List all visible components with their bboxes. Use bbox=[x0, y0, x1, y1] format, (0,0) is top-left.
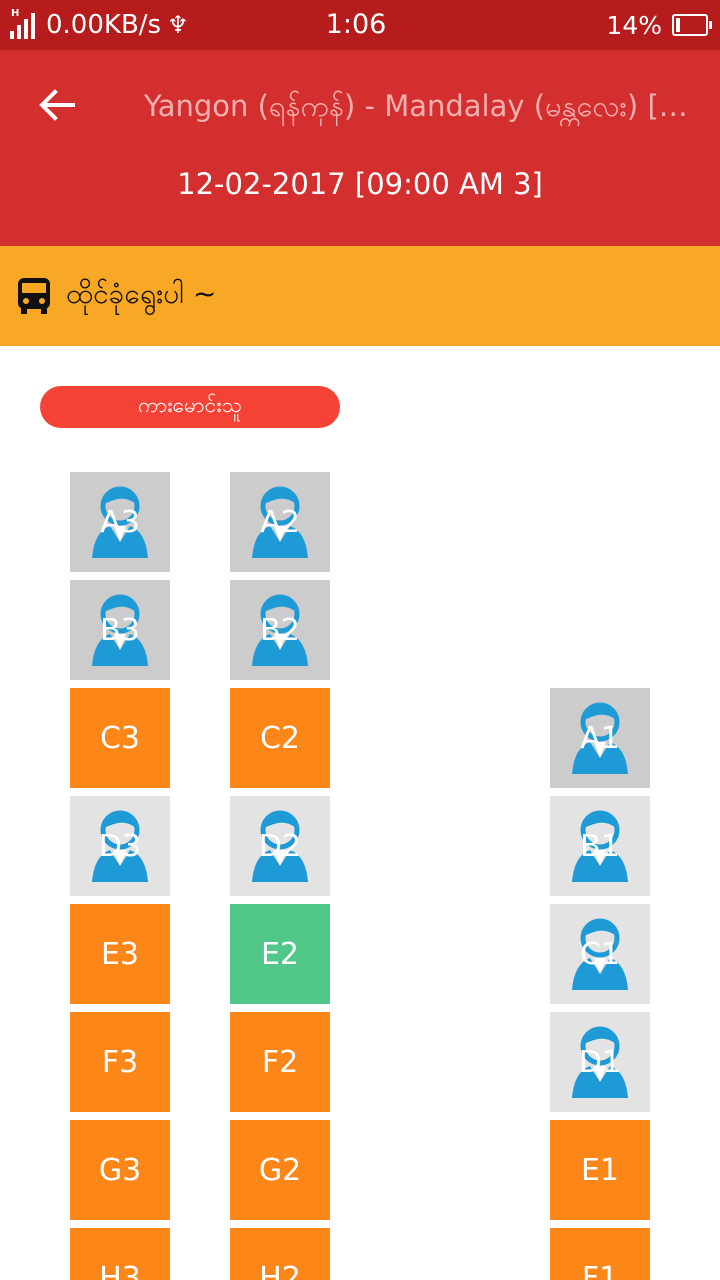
select-seat-label: ထိုင်ခုံရွေးပါ ~ bbox=[66, 277, 217, 310]
seat-label: G2 bbox=[258, 1152, 302, 1188]
seat-label: B1 bbox=[580, 828, 620, 864]
arrow-left-icon bbox=[39, 89, 75, 121]
seat-label: C1 bbox=[579, 936, 621, 972]
seat-e2[interactable]: E2 bbox=[230, 904, 330, 1004]
seat-h2[interactable]: H2 bbox=[230, 1228, 330, 1280]
seat-b2[interactable]: B2 bbox=[230, 580, 330, 680]
seat-c1[interactable]: C1 bbox=[550, 904, 650, 1004]
seat-g3[interactable]: G3 bbox=[70, 1120, 170, 1220]
seat-label: E1 bbox=[580, 1152, 620, 1188]
status-bar: H 0.00KB/s ♆ 1:06 14% bbox=[0, 0, 720, 50]
seat-label: F3 bbox=[101, 1044, 139, 1080]
trip-date: 12-02-2017 [09:00 AM 3] bbox=[177, 167, 543, 201]
clock: 1:06 bbox=[325, 9, 387, 40]
status-right: 14% bbox=[606, 8, 712, 42]
seat-label: C2 bbox=[259, 720, 301, 756]
seat-b3[interactable]: B3 bbox=[70, 580, 170, 680]
driver-seat-label: ကားမောင်းသူ bbox=[40, 386, 340, 428]
seat-label: B3 bbox=[100, 612, 140, 648]
seat-label: F2 bbox=[261, 1044, 299, 1080]
seat-a2[interactable]: A2 bbox=[230, 472, 330, 572]
seat-f1[interactable]: F1 bbox=[550, 1228, 650, 1280]
seat-label: A3 bbox=[100, 504, 140, 540]
seat-h3[interactable]: H3 bbox=[70, 1228, 170, 1280]
back-button[interactable] bbox=[30, 78, 84, 132]
seat-f3[interactable]: F3 bbox=[70, 1012, 170, 1112]
seat-a1[interactable]: A1 bbox=[550, 688, 650, 788]
seat-g2[interactable]: G2 bbox=[230, 1120, 330, 1220]
select-seat-bar: ထိုင်ခုံရွေးပါ ~ bbox=[0, 246, 720, 346]
seat-label: H2 bbox=[259, 1260, 301, 1280]
seat-c3[interactable]: C3 bbox=[70, 688, 170, 788]
seat-b1[interactable]: B1 bbox=[550, 796, 650, 896]
battery-icon bbox=[672, 14, 712, 36]
seat-label: F1 bbox=[581, 1260, 619, 1280]
seat-label: B2 bbox=[260, 612, 300, 648]
seat-label: C3 bbox=[99, 720, 141, 756]
seat-label: G3 bbox=[98, 1152, 142, 1188]
seat-label: D1 bbox=[578, 1044, 622, 1080]
seat-d3[interactable]: D3 bbox=[70, 796, 170, 896]
seat-label: D3 bbox=[98, 828, 142, 864]
battery-percent: 14% bbox=[606, 10, 662, 40]
seat-e3[interactable]: E3 bbox=[70, 904, 170, 1004]
seat-d1[interactable]: D1 bbox=[550, 1012, 650, 1112]
seat-label: A1 bbox=[580, 720, 620, 756]
seat-e1[interactable]: E1 bbox=[550, 1120, 650, 1220]
app-bar: Yangon (ရန်ကုန်) - Mandalay (မန္တလေး) [M… bbox=[0, 50, 720, 246]
seat-a3[interactable]: A3 bbox=[70, 472, 170, 572]
seat-f2[interactable]: F2 bbox=[230, 1012, 330, 1112]
seat-label: A2 bbox=[260, 504, 300, 540]
seat-label: E3 bbox=[100, 936, 140, 972]
seat-d2[interactable]: D2 bbox=[230, 796, 330, 896]
seat-label: H3 bbox=[99, 1260, 141, 1280]
seat-label: E2 bbox=[260, 936, 300, 972]
seat-c2[interactable]: C2 bbox=[230, 688, 330, 788]
route-title: Yangon (ရန်ကုန်) - Mandalay (မန္တလေး) [M… bbox=[144, 89, 704, 123]
bus-icon bbox=[16, 277, 52, 315]
seat-label: D2 bbox=[258, 828, 302, 864]
